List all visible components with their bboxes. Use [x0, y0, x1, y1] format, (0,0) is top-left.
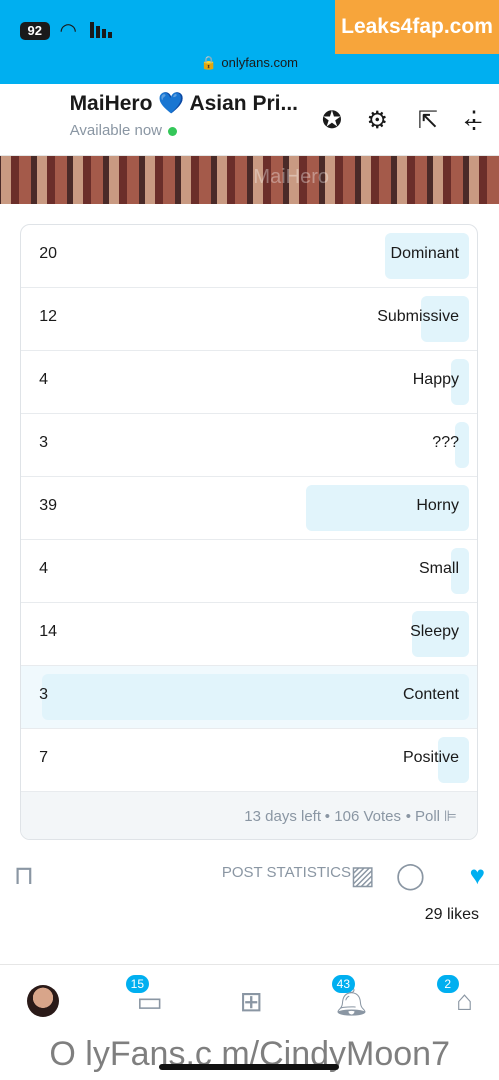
- profile-avatar[interactable]: [27, 985, 59, 1017]
- poll-option-label: Dominant: [390, 245, 459, 262]
- poll-option-votes: 3: [39, 686, 48, 703]
- poll-option-label: Sleepy: [410, 623, 459, 640]
- poll-option-votes: 14: [39, 623, 57, 640]
- poll-option[interactable]: ??? 3: [21, 414, 477, 477]
- poll-option-votes: 39: [39, 497, 57, 514]
- poll-option-votes: 3: [39, 434, 48, 451]
- poll-option[interactable]: Dominant 20: [21, 225, 477, 288]
- poll-option-label: Positive: [402, 749, 459, 766]
- poll-option[interactable]: Sleepy 14: [21, 603, 477, 666]
- like-heart-icon[interactable]: ♥: [470, 860, 485, 891]
- signal-icon: [86, 22, 112, 38]
- notifications-tab-icon[interactable]: 🔔︎ 43: [331, 975, 369, 1018]
- verified-badge-icon: ✪: [322, 107, 343, 134]
- post-actions: ♥ ◯ ▨ POST STATISTICS ⊓: [0, 852, 499, 898]
- messages-tab-icon[interactable]: ▭ 15: [125, 975, 163, 1018]
- wifi-icon: ◠: [60, 20, 78, 42]
- settings-gear-icon[interactable]: ⚙: [366, 106, 388, 135]
- messages-badge: 15: [125, 975, 149, 993]
- poll-option[interactable]: Happy 4: [21, 351, 477, 414]
- poll-option[interactable]: Positive 7: [21, 729, 477, 792]
- poll-option-votes: 4: [39, 560, 48, 577]
- poll-option[interactable]: Submissive 12: [21, 288, 477, 351]
- comment-icon[interactable]: ◯: [396, 860, 425, 891]
- post-statistics-button[interactable]: POST STATISTICS: [222, 864, 351, 881]
- home-tab-icon[interactable]: ⌂ 2: [437, 975, 473, 1017]
- poll-option-label: Horny: [416, 497, 459, 514]
- poll-time-left: 13 days left: [244, 808, 321, 825]
- bookmark-icon[interactable]: ⊓: [14, 860, 34, 891]
- site-watermark: Leaks4fap.com: [335, 0, 499, 54]
- post-image[interactable]: [0, 156, 499, 204]
- banner-overlay-text: MaiHero: [253, 166, 329, 188]
- poll-icon: ⊫: [443, 808, 457, 825]
- poll-type: Poll: [414, 808, 440, 825]
- poll-option-votes: 20: [39, 245, 57, 262]
- likes-count: 29 likes: [424, 906, 479, 923]
- mirrored-page: 92 ◠ onlyfans.com 🔒 ← MaiHero 💙 Asian Pr…: [0, 0, 499, 1080]
- notifications-badge: 43: [331, 975, 355, 993]
- poll-votes: 106 Votes: [334, 808, 402, 825]
- more-vertical-icon[interactable]: ⋮: [462, 106, 486, 135]
- poll-option-votes: 12: [39, 308, 57, 325]
- poll-footer: ⊫ Poll • 106 Votes • 13 days left: [21, 792, 477, 840]
- tip-image-icon[interactable]: ▨: [350, 860, 375, 891]
- poll-option[interactable]: Content 3: [21, 666, 477, 729]
- poll-option[interactable]: Horny 39: [21, 477, 477, 540]
- url-bar[interactable]: onlyfans.com 🔒: [0, 55, 499, 71]
- chat-header: ← MaiHero 💙 Asian Pri... Available now ✪…: [0, 84, 499, 156]
- poll-option-label: Submissive: [377, 308, 459, 325]
- poll-option-label: Small: [418, 560, 459, 577]
- poll-option[interactable]: Small 4: [21, 540, 477, 603]
- profile-name[interactable]: MaiHero 💙 Asian Pri...: [70, 92, 298, 116]
- add-post-tab-icon[interactable]: ⊞: [240, 985, 263, 1018]
- share-icon[interactable]: ⇱: [418, 106, 438, 135]
- poll-option-label: Content: [402, 686, 459, 703]
- poll-option-label: Happy: [412, 371, 459, 388]
- poll-option-votes: 4: [39, 371, 48, 388]
- bottom-watermark: O lyFans.c m/CindyMoon7: [49, 1035, 450, 1073]
- home-indicator[interactable]: [159, 1064, 339, 1070]
- poll-option-votes: 7: [39, 749, 48, 766]
- home-badge: 2: [437, 975, 459, 993]
- online-dot-icon: [168, 126, 178, 136]
- availability-status: Available now: [70, 122, 178, 139]
- poll-option-label: ???: [432, 434, 459, 451]
- lock-icon: 🔒: [201, 55, 218, 70]
- poll-card: Dominant 20 Submissive 12 Happy 4??? 3 Horny 39 S…: [20, 224, 478, 840]
- battery-indicator: 92: [20, 22, 50, 40]
